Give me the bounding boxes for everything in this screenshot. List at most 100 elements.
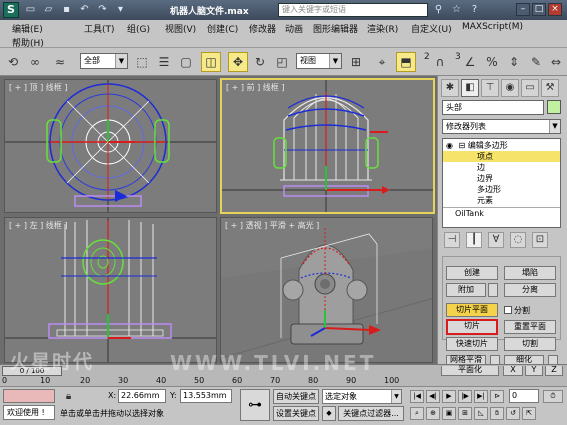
- show-end-result-icon[interactable]: ┃: [466, 232, 482, 248]
- configure-modifier-sets-icon[interactable]: ⊡: [532, 232, 548, 248]
- app-logo-icon[interactable]: S: [3, 2, 19, 18]
- create-button[interactable]: 创建: [446, 266, 498, 280]
- project-folder-icon[interactable]: ▾: [114, 3, 127, 16]
- viewport-left-label[interactable]: [ + ] 左 ] 线框 ]: [9, 220, 67, 231]
- hierarchy-tab-icon[interactable]: ⊤: [481, 79, 499, 97]
- slice-plane-button[interactable]: 切片平面: [446, 303, 498, 317]
- time-configuration-icon[interactable]: ⏱︎: [543, 390, 563, 403]
- rectangular-selection-icon[interactable]: ▢: [176, 52, 196, 72]
- menu-customize[interactable]: 自定义(U): [411, 22, 452, 35]
- next-frame-icon[interactable]: |▶: [458, 390, 472, 403]
- lightbulb-icon[interactable]: ◉: [446, 141, 453, 150]
- split-checkbox[interactable]: 分割: [504, 305, 530, 316]
- orbit-icon[interactable]: ↺: [506, 407, 520, 420]
- viewport-front-label[interactable]: [ + ] 前 ] 线框 ]: [226, 82, 284, 93]
- select-scale-icon[interactable]: ◰: [272, 52, 292, 72]
- zoom-extents-icon[interactable]: ▣: [442, 407, 456, 420]
- mirror-icon[interactable]: ⇔: [546, 52, 566, 72]
- menu-views[interactable]: 视图(V): [165, 22, 196, 35]
- select-by-name-icon[interactable]: ☰: [154, 52, 174, 72]
- menu-maxscript[interactable]: MAXScript(M): [462, 22, 523, 32]
- menu-animation[interactable]: 动画: [285, 22, 303, 35]
- stack-item-edge[interactable]: 边: [443, 162, 560, 173]
- menu-modifiers[interactable]: 修改器: [249, 22, 276, 35]
- undo-toolbar-icon[interactable]: ⟲: [3, 52, 23, 72]
- x-coordinate-field[interactable]: 22.66mm: [118, 389, 166, 403]
- percent-snap-icon[interactable]: %: [482, 52, 502, 72]
- help-icon[interactable]: ?: [468, 3, 481, 16]
- go-to-end-icon[interactable]: ▶|: [474, 390, 488, 403]
- snap-toggle-label[interactable]: 2: [424, 52, 430, 62]
- menu-create[interactable]: 创建(C): [207, 22, 238, 35]
- play-icon[interactable]: ▶: [442, 390, 456, 403]
- quickslice-button[interactable]: 快速切片: [446, 337, 498, 351]
- angle-snap-icon[interactable]: ∠: [460, 52, 480, 72]
- stack-item-element[interactable]: 元素: [443, 195, 560, 206]
- modifier-list-dropdown[interactable]: 修改器列表 ▼: [442, 119, 561, 134]
- viewport-perspective-label[interactable]: [ + ] 透视 ] 平滑 + 高光 ]: [225, 220, 319, 231]
- maximize-button[interactable]: □: [532, 3, 546, 16]
- cut-button[interactable]: 切割: [504, 337, 556, 351]
- set-key-button[interactable]: 设置关键点: [273, 406, 319, 421]
- menu-tools[interactable]: 工具(T): [84, 22, 115, 35]
- link-icon[interactable]: ∞: [25, 52, 45, 72]
- current-frame-field[interactable]: 0: [509, 389, 539, 403]
- zoom-all-icon[interactable]: ⊕: [426, 407, 440, 420]
- close-button[interactable]: ×: [548, 3, 562, 16]
- attach-button[interactable]: 附加: [446, 283, 486, 297]
- select-rotate-icon[interactable]: ↻: [250, 52, 270, 72]
- msmooth-button[interactable]: 网格平滑: [446, 355, 486, 364]
- viewport-perspective[interactable]: [ + ] 透视 ] 平滑 + 高光 ]: [220, 217, 433, 363]
- star-icon[interactable]: ☆: [450, 3, 463, 16]
- spinner-snap-icon[interactable]: ⇕: [504, 52, 524, 72]
- stack-item-base-object[interactable]: OilTank: [443, 207, 560, 218]
- save-icon[interactable]: ▪: [60, 3, 73, 16]
- viewport-front[interactable]: [ + ] 前 ] 线框 ]: [220, 78, 435, 214]
- key-filters-button[interactable]: 关键点过滤器...: [338, 406, 404, 421]
- pan-icon[interactable]: ✋︎: [490, 407, 504, 420]
- make-planar-button[interactable]: 平面化: [441, 366, 499, 376]
- tessellate-settings-button[interactable]: [548, 355, 558, 364]
- named-selection-icon[interactable]: ✎: [526, 52, 546, 72]
- maximize-viewport-icon[interactable]: ⇱: [522, 407, 536, 420]
- menu-edit[interactable]: 编辑(E): [12, 22, 43, 35]
- open-file-icon[interactable]: ▱: [42, 3, 55, 16]
- select-object-icon[interactable]: ⬚: [132, 52, 152, 72]
- collapse-minus-icon[interactable]: ⊟: [459, 141, 466, 150]
- zoom-extents-all-icon[interactable]: ⊞: [458, 407, 472, 420]
- viewport-left[interactable]: [ + ] 左 ] 线框 ]: [4, 217, 217, 363]
- new-file-icon[interactable]: ▭: [24, 3, 37, 16]
- reset-plane-button[interactable]: 重置平面: [504, 320, 556, 334]
- key-mode-toggle-icon[interactable]: ⊳: [490, 390, 504, 403]
- pin-stack-icon[interactable]: ⊣: [444, 232, 460, 248]
- menu-graph-editors[interactable]: 图形编辑器: [313, 22, 358, 35]
- selection-filter-dropdown[interactable]: 全部 ▼: [80, 53, 128, 69]
- create-tab-icon[interactable]: ✱: [441, 79, 459, 97]
- planar-z-button[interactable]: Z: [545, 366, 563, 376]
- lock-selection-icon[interactable]: 🔒︎: [62, 390, 75, 403]
- slice-button[interactable]: 切片: [446, 319, 498, 335]
- stack-item-polygon[interactable]: 多边形: [443, 184, 560, 195]
- stack-item-vertex[interactable]: 项点: [443, 151, 560, 162]
- detach-button[interactable]: 分离: [504, 283, 556, 297]
- stack-item-editable-poly[interactable]: ◉ ⊟ 编辑多边形: [443, 140, 560, 151]
- maxscript-listener-field[interactable]: 欢迎使用 !: [3, 405, 55, 420]
- minimize-button[interactable]: –: [516, 3, 530, 16]
- previous-frame-icon[interactable]: ◀|: [426, 390, 440, 403]
- unlink-icon[interactable]: ≈: [50, 52, 70, 72]
- object-name-input[interactable]: 头部: [442, 100, 544, 115]
- planar-x-button[interactable]: X: [503, 366, 523, 376]
- attach-list-button[interactable]: [488, 283, 498, 297]
- window-crossing-icon[interactable]: ◫: [201, 52, 221, 72]
- collapse-button[interactable]: 塌陷: [504, 266, 556, 280]
- go-to-start-icon[interactable]: |◀: [410, 390, 424, 403]
- display-tab-icon[interactable]: ▭: [521, 79, 539, 97]
- zoom-icon[interactable]: ⌕: [410, 407, 424, 420]
- make-unique-icon[interactable]: ∀: [488, 232, 504, 248]
- manipulate-icon[interactable]: ⌖: [372, 52, 392, 72]
- pivot-center-icon[interactable]: ⊞: [346, 52, 366, 72]
- menu-group[interactable]: 组(G): [127, 22, 150, 35]
- tessellate-button[interactable]: 细化: [504, 355, 544, 364]
- search-input[interactable]: 键入关键字或短语: [278, 3, 428, 17]
- motion-tab-icon[interactable]: ◉: [501, 79, 519, 97]
